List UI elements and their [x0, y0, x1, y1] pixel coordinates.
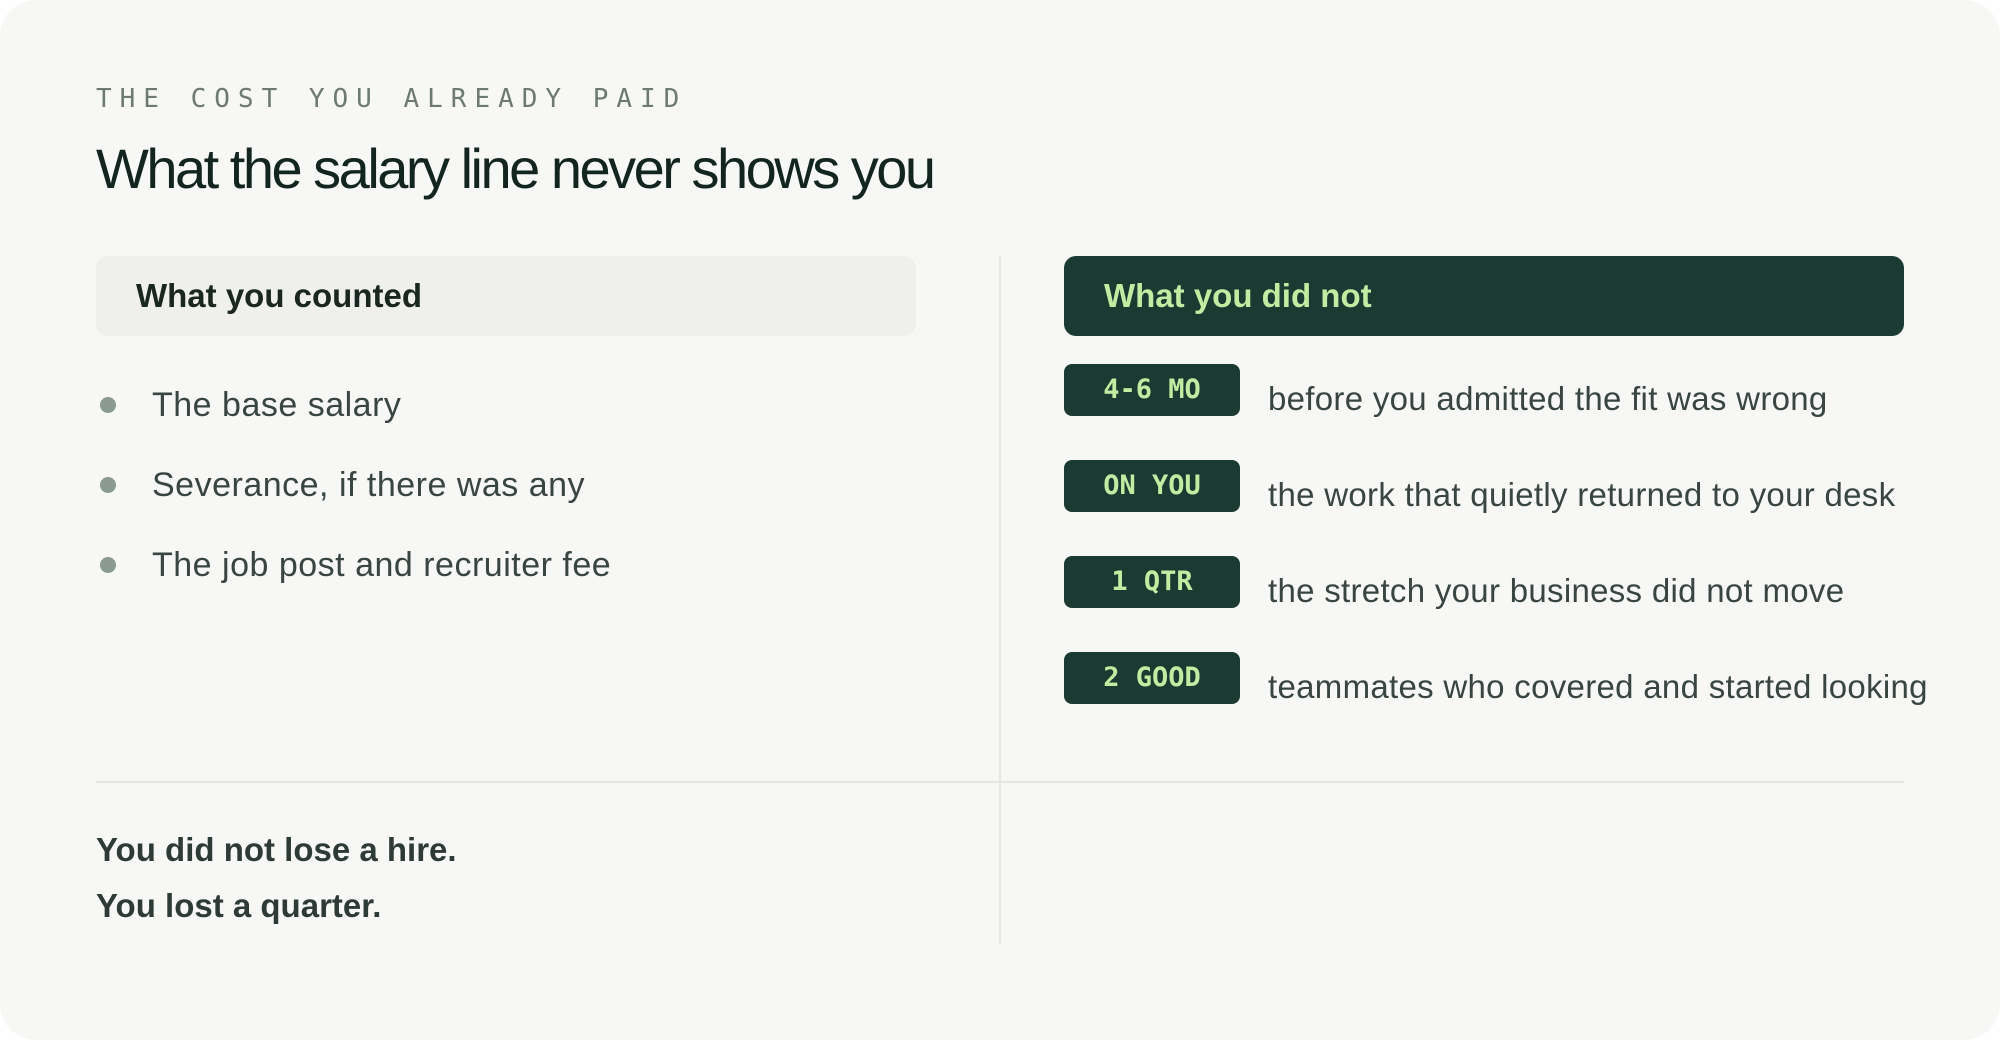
- stat-tag: 4-6 MO: [1064, 364, 1240, 416]
- list-item: The base salary: [100, 380, 401, 430]
- stat-description: teammates who covered and started lookin…: [1268, 668, 1928, 705]
- list-item-label: The base salary: [152, 385, 402, 424]
- stat-description: the stretch your business did not move: [1268, 572, 1845, 609]
- cost-card: THE COST YOU ALREADY PAID What the salar…: [0, 0, 2000, 1040]
- closing-line-1: You did not lose a hire.: [96, 831, 457, 868]
- vertical-divider: [999, 256, 1001, 944]
- closing-statement: You did not lose a hire. You lost a quar…: [96, 822, 457, 934]
- page-title: What the salary line never shows you: [96, 137, 936, 200]
- list-item-label: The job post and recruiter fee: [152, 545, 612, 584]
- bullet-dot-icon: [100, 557, 116, 573]
- stat-description: before you admitted the fit was wrong: [1268, 380, 1828, 417]
- list-item: The job post and recruiter fee: [100, 540, 611, 590]
- horizontal-divider: [96, 781, 1904, 783]
- stat-tag: 2 GOOD: [1064, 652, 1240, 704]
- eyebrow-label: THE COST YOU ALREADY PAID: [96, 84, 688, 114]
- not-counted-column-header: What you did not: [1064, 256, 1904, 336]
- stat-tag: 1 QTR: [1064, 556, 1240, 608]
- stat-tag: ON YOU: [1064, 460, 1240, 512]
- stat-description: the work that quietly returned to your d…: [1268, 476, 1896, 513]
- bullet-dot-icon: [100, 397, 116, 413]
- counted-column-header: What you counted: [96, 256, 916, 336]
- list-item-label: Severance, if there was any: [152, 465, 586, 504]
- list-item: Severance, if there was any: [100, 460, 585, 510]
- closing-line-2: You lost a quarter.: [96, 887, 382, 924]
- bullet-dot-icon: [100, 477, 116, 493]
